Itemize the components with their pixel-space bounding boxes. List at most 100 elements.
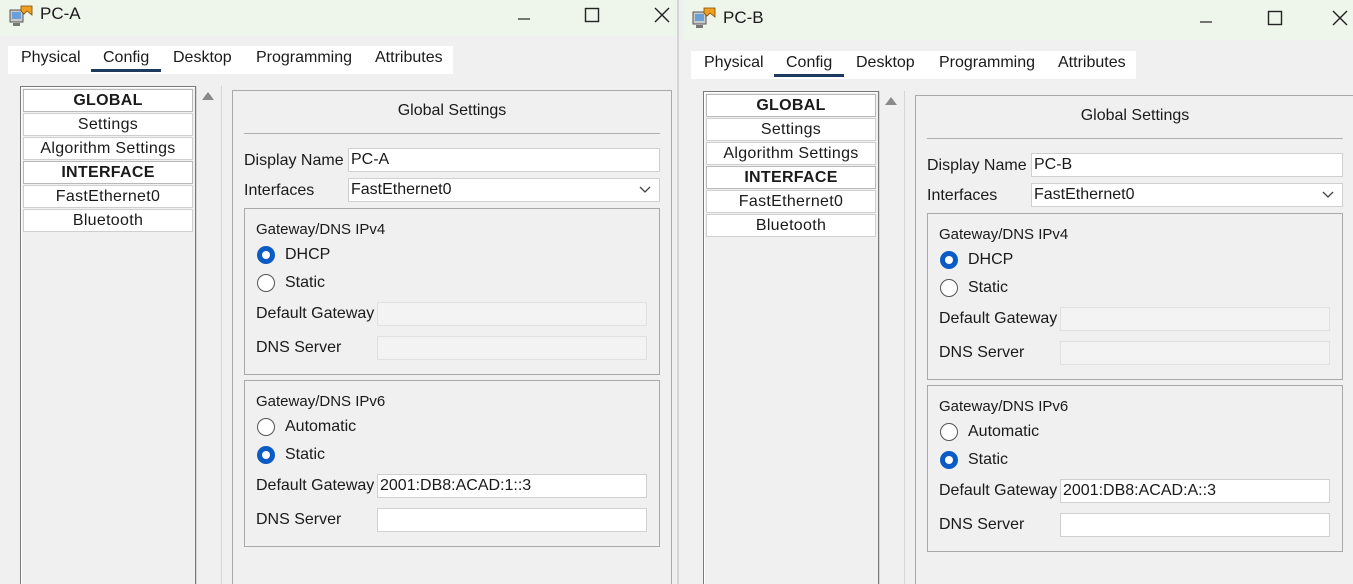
panel-divider — [927, 138, 1343, 139]
minimize-icon — [518, 18, 530, 20]
ipv6-group: Gateway/DNS IPv6 Automatic Static Defaul… — [927, 385, 1343, 552]
maximize-button[interactable] — [577, 2, 607, 28]
interfaces-select[interactable]: FastEthernet0 — [1031, 183, 1343, 207]
automatic-radio[interactable] — [257, 418, 275, 436]
display-name-input[interactable]: PC-B — [1031, 153, 1343, 177]
panel-title: Global Settings — [1080, 107, 1190, 124]
sidebar-item-global[interactable]: GLOBAL — [706, 94, 876, 117]
minimize-button[interactable] — [1191, 5, 1221, 31]
tab-physical[interactable]: Physical — [704, 54, 764, 72]
tab-physical[interactable]: Physical — [21, 49, 81, 67]
ipv6-gateway-input[interactable]: 2001:DB8:ACAD:A::3 — [1060, 479, 1330, 503]
sidebar-item-fastethernet0[interactable]: FastEthernet0 — [706, 190, 876, 213]
ipv6-group-title: Gateway/DNS IPv6 — [256, 393, 386, 410]
scroll-up-arrow-icon[interactable] — [202, 92, 214, 100]
tab-bar: Physical Config Desktop Programming Attr… — [691, 51, 1136, 79]
sidebar-item-interface[interactable]: INTERFACE — [23, 161, 193, 184]
ipv4-dns-input[interactable] — [1060, 341, 1330, 365]
close-button[interactable] — [1327, 5, 1353, 31]
sidebar-item-global[interactable]: GLOBAL — [23, 89, 193, 112]
active-tab-indicator — [91, 69, 161, 72]
ipv6-gateway-input[interactable]: 2001:DB8:ACAD:1::3 — [377, 474, 647, 498]
dhcp-label: DHCP — [968, 251, 1014, 268]
config-sidebar: GLOBAL Settings Algorithm Settings INTER… — [703, 91, 879, 584]
ipv6-dns-label: DNS Server — [939, 516, 1025, 533]
static-ipv4-label: Static — [968, 279, 1009, 296]
tab-attributes[interactable]: Attributes — [375, 49, 443, 67]
interfaces-label: Interfaces — [927, 187, 998, 204]
tab-bar: Physical Config Desktop Programming Attr… — [8, 46, 453, 74]
close-button[interactable] — [647, 2, 677, 28]
ipv4-dns-label: DNS Server — [939, 344, 1025, 361]
static-ipv4-radio[interactable] — [257, 274, 275, 292]
ipv6-dns-label: DNS Server — [256, 511, 342, 528]
ipv4-gateway-label: Default Gateway — [939, 310, 1058, 327]
sidebar-item-algorithm-settings[interactable]: Algorithm Settings — [706, 142, 876, 165]
minimize-button[interactable] — [509, 2, 539, 28]
window-pc-a: PC-A Physical Config Desktop Programming… — [0, 0, 677, 584]
interfaces-label: Interfaces — [244, 182, 315, 199]
tab-attributes[interactable]: Attributes — [1058, 54, 1126, 72]
maximize-button[interactable] — [1260, 5, 1290, 31]
ipv6-group-title: Gateway/DNS IPv6 — [939, 398, 1069, 415]
ipv6-gateway-label: Default Gateway — [256, 477, 375, 494]
static-ipv6-radio[interactable] — [257, 446, 275, 464]
ipv6-group: Gateway/DNS IPv6 Automatic Static Defaul… — [244, 380, 660, 547]
display-name-label: Display Name — [244, 152, 344, 169]
dhcp-label: DHCP — [285, 246, 331, 263]
packet-tracer-pc-icon — [9, 5, 33, 26]
window-title: PC-B — [723, 8, 764, 27]
tab-config[interactable]: Config — [786, 54, 832, 72]
title-bar[interactable]: PC-A — [0, 0, 677, 36]
window-title: PC-A — [40, 4, 81, 23]
global-settings-panel: Global Settings Display Name PC-A Interf… — [232, 90, 672, 584]
static-ipv6-label: Static — [285, 446, 326, 463]
sidebar-scrollbar[interactable] — [879, 91, 905, 584]
global-settings-panel: Global Settings Display Name PC-B Interf… — [915, 95, 1353, 584]
static-ipv4-radio[interactable] — [940, 279, 958, 297]
ipv4-gateway-input[interactable] — [377, 302, 647, 326]
sidebar-item-bluetooth[interactable]: Bluetooth — [23, 209, 193, 232]
close-icon — [654, 7, 670, 23]
chevron-down-icon — [1322, 191, 1334, 198]
ipv6-dns-input[interactable] — [377, 508, 647, 532]
config-sidebar: GLOBAL Settings Algorithm Settings INTER… — [20, 86, 196, 584]
sidebar-item-bluetooth[interactable]: Bluetooth — [706, 214, 876, 237]
tab-programming[interactable]: Programming — [256, 49, 352, 67]
tab-desktop[interactable]: Desktop — [856, 54, 915, 72]
close-icon — [1332, 10, 1348, 26]
automatic-label: Automatic — [285, 418, 357, 435]
maximize-icon — [584, 7, 600, 23]
ipv4-gateway-input[interactable] — [1060, 307, 1330, 331]
ipv6-gateway-label: Default Gateway — [939, 482, 1058, 499]
static-ipv4-label: Static — [285, 274, 326, 291]
ipv4-dns-input[interactable] — [377, 336, 647, 360]
tab-config[interactable]: Config — [103, 49, 149, 67]
dhcp-radio[interactable] — [257, 246, 275, 264]
packet-tracer-pc-icon — [692, 7, 716, 28]
sidebar-scrollbar[interactable] — [196, 86, 222, 584]
panel-divider — [244, 133, 660, 134]
title-bar[interactable]: PC-B — [683, 0, 1353, 40]
sidebar-item-settings[interactable]: Settings — [23, 113, 193, 136]
automatic-radio[interactable] — [940, 423, 958, 441]
ipv6-dns-input[interactable] — [1060, 513, 1330, 537]
dhcp-radio[interactable] — [940, 251, 958, 269]
scroll-up-arrow-icon[interactable] — [885, 97, 897, 105]
ipv4-group: Gateway/DNS IPv4 DHCP Static Default Gat… — [927, 213, 1343, 380]
tab-programming[interactable]: Programming — [939, 54, 1035, 72]
interfaces-select-value: FastEthernet0 — [1034, 186, 1135, 203]
window-divider — [677, 0, 679, 584]
sidebar-item-interface[interactable]: INTERFACE — [706, 166, 876, 189]
static-ipv6-label: Static — [968, 451, 1009, 468]
static-ipv6-radio[interactable] — [940, 451, 958, 469]
sidebar-item-algorithm-settings[interactable]: Algorithm Settings — [23, 137, 193, 160]
ipv4-group-title: Gateway/DNS IPv4 — [256, 221, 386, 238]
interfaces-select[interactable]: FastEthernet0 — [348, 178, 660, 202]
ipv4-dns-label: DNS Server — [256, 339, 342, 356]
sidebar-item-fastethernet0[interactable]: FastEthernet0 — [23, 185, 193, 208]
tab-desktop[interactable]: Desktop — [173, 49, 232, 67]
display-name-input[interactable]: PC-A — [348, 148, 660, 172]
sidebar-item-settings[interactable]: Settings — [706, 118, 876, 141]
active-tab-indicator — [774, 74, 844, 77]
